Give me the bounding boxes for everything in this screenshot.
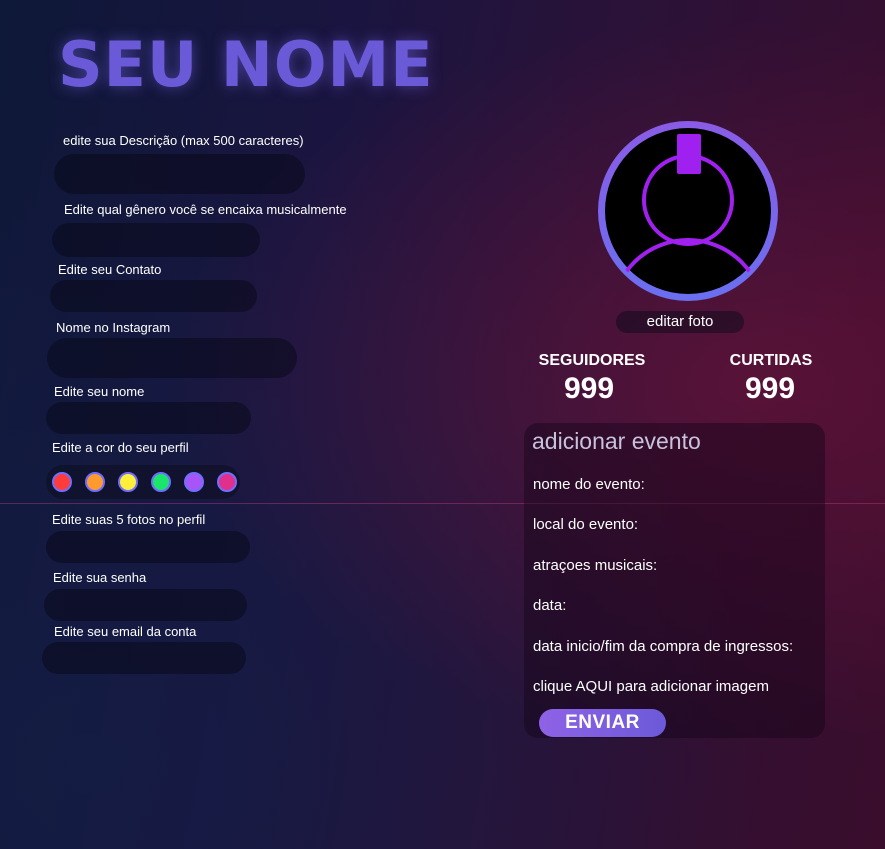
name-input[interactable] <box>46 402 251 434</box>
followers-label: SEGUIDORES <box>538 352 646 369</box>
description-label: edite sua Descrição (max 500 caracteres) <box>63 133 304 148</box>
description-input[interactable] <box>54 154 305 194</box>
color-label: Edite a cor do seu perfil <box>52 440 189 455</box>
event-image-link[interactable]: clique AQUI para adicionar imagem <box>533 678 769 695</box>
add-event-title: adicionar evento <box>532 428 701 454</box>
send-button[interactable]: ENVIAR <box>539 709 666 737</box>
photos-input[interactable] <box>46 531 250 563</box>
event-place-field[interactable]: local do evento: <box>533 516 638 533</box>
password-label: Edite sua senha <box>53 570 147 585</box>
color-swatch-orange[interactable] <box>85 472 105 492</box>
photos-label: Edite suas 5 fotos no perfil <box>52 512 206 527</box>
genre-label: Edite qual gênero você se encaixa musica… <box>64 202 347 217</box>
color-swatch-red[interactable] <box>52 472 72 492</box>
likes-count: 999 <box>744 372 796 405</box>
email-input[interactable] <box>42 642 246 674</box>
color-swatch-purple[interactable] <box>184 472 204 492</box>
event-tickets-date-field[interactable]: data inicio/fim da compra de ingressos: <box>533 638 793 655</box>
genre-input[interactable] <box>52 223 260 257</box>
event-date-field[interactable]: data: <box>533 597 566 614</box>
instagram-input[interactable] <box>47 338 297 378</box>
color-swatch-pink[interactable] <box>217 472 237 492</box>
contact-input[interactable] <box>50 280 257 312</box>
name-label: Edite seu nome <box>54 384 145 399</box>
edit-photo-button[interactable]: editar foto <box>616 311 744 333</box>
color-swatch-yellow[interactable] <box>118 472 138 492</box>
followers-count: 999 <box>563 372 615 405</box>
event-name-field[interactable]: nome do evento: <box>533 476 645 493</box>
event-attractions-field[interactable]: atraçoes musicais: <box>533 557 657 574</box>
color-picker <box>46 465 240 499</box>
password-input[interactable] <box>44 589 247 621</box>
contact-label: Edite seu Contato <box>58 262 162 277</box>
profile-name-title: SEU NOME <box>58 28 434 101</box>
email-label: Edite seu email da conta <box>54 624 197 639</box>
likes-label: CURTIDAS <box>729 352 813 369</box>
avatar-user-icon[interactable] <box>593 116 783 306</box>
instagram-label: Nome no Instagram <box>56 320 171 335</box>
color-swatch-green[interactable] <box>151 472 171 492</box>
